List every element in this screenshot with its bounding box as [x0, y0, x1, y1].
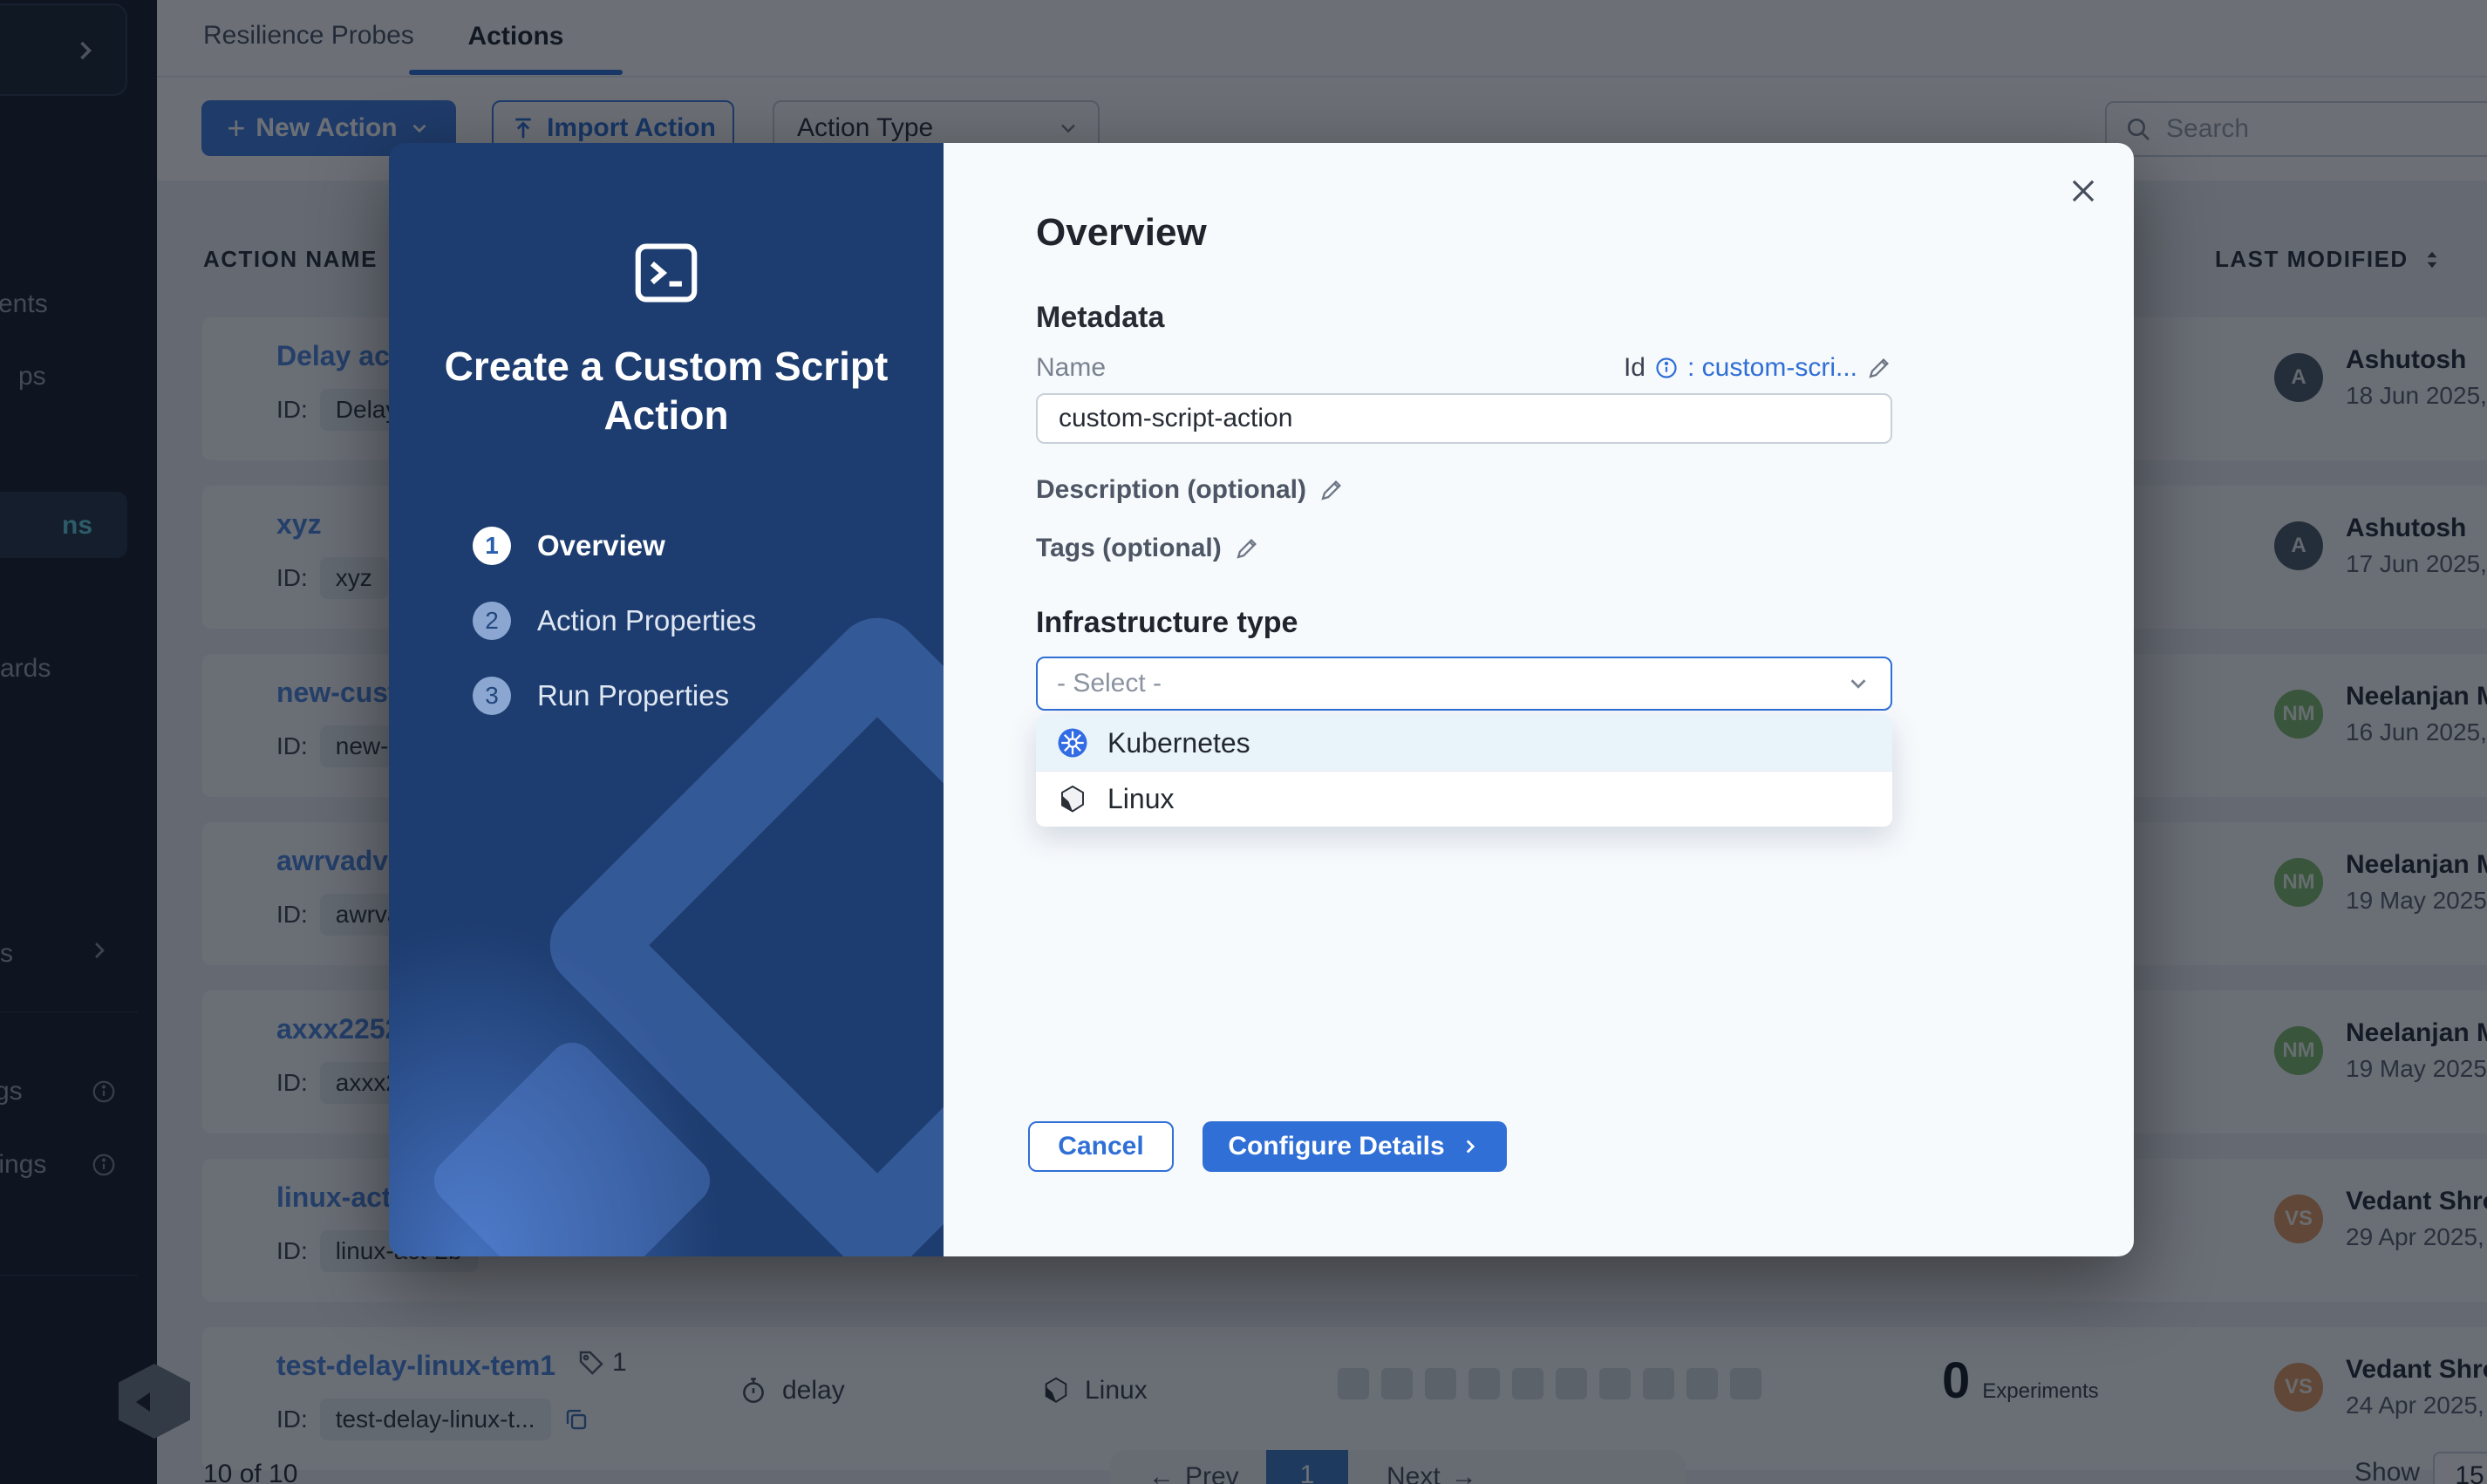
option-label: Kubernetes — [1107, 727, 1250, 759]
pencil-icon[interactable] — [1234, 535, 1260, 562]
tags-label: Tags (optional) — [1036, 534, 1222, 563]
modal-title: Create a Custom Script Action — [439, 342, 893, 439]
pencil-icon[interactable] — [1866, 355, 1892, 381]
overview-heading: Overview — [1036, 211, 1207, 255]
option-label: Linux — [1107, 783, 1175, 815]
step-overview[interactable]: 1 Overview — [473, 527, 665, 565]
page: ments ps ns ards s gs ettings Resilience… — [0, 0, 2487, 1484]
configure-details-button[interactable]: Configure Details — [1203, 1121, 1507, 1172]
info-circle-icon[interactable] — [1654, 356, 1679, 380]
kubernetes-icon — [1057, 727, 1088, 759]
step-number: 1 — [473, 527, 511, 565]
option-linux[interactable]: Linux — [1036, 771, 1892, 827]
step-run-properties[interactable]: 3 Run Properties — [473, 677, 729, 715]
step-label: Overview — [537, 529, 665, 562]
chevron-down-icon — [1845, 671, 1871, 697]
terminal-icon — [629, 235, 704, 303]
infrastructure-dropdown-menu: Kubernetes Linux — [1036, 715, 1892, 827]
modal-left-panel: Create a Custom Script Action 1 Overview… — [389, 143, 944, 1256]
infrastructure-select[interactable]: - Select - — [1036, 657, 1892, 711]
step-number: 3 — [473, 677, 511, 715]
metadata-heading: Metadata — [1036, 301, 1164, 335]
step-label: Action Properties — [537, 604, 756, 637]
id-label: Id — [1624, 353, 1646, 383]
id-value-link[interactable]: : custom-scri... — [1687, 353, 1857, 383]
description-label: Description (optional) — [1036, 475, 1306, 505]
create-custom-script-action-modal: Create a Custom Script Action 1 Overview… — [389, 143, 2134, 1256]
close-icon[interactable] — [2067, 174, 2100, 208]
linux-icon — [1057, 784, 1088, 815]
select-placeholder: - Select - — [1057, 669, 1162, 698]
configure-details-label: Configure Details — [1228, 1132, 1444, 1161]
step-number: 2 — [473, 602, 511, 640]
step-action-properties[interactable]: 2 Action Properties — [473, 602, 756, 640]
step-label: Run Properties — [537, 679, 729, 712]
name-input[interactable] — [1036, 393, 1892, 444]
chevron-right-icon — [1459, 1135, 1482, 1158]
cancel-button[interactable]: Cancel — [1028, 1121, 1174, 1172]
infrastructure-type-heading: Infrastructure type — [1036, 606, 1298, 640]
name-label: Name — [1036, 353, 1106, 383]
modal-right-panel: Overview Metadata Name Id : custom-scri.… — [944, 143, 2134, 1256]
pencil-icon[interactable] — [1318, 477, 1345, 503]
option-kubernetes[interactable]: Kubernetes — [1036, 715, 1892, 771]
